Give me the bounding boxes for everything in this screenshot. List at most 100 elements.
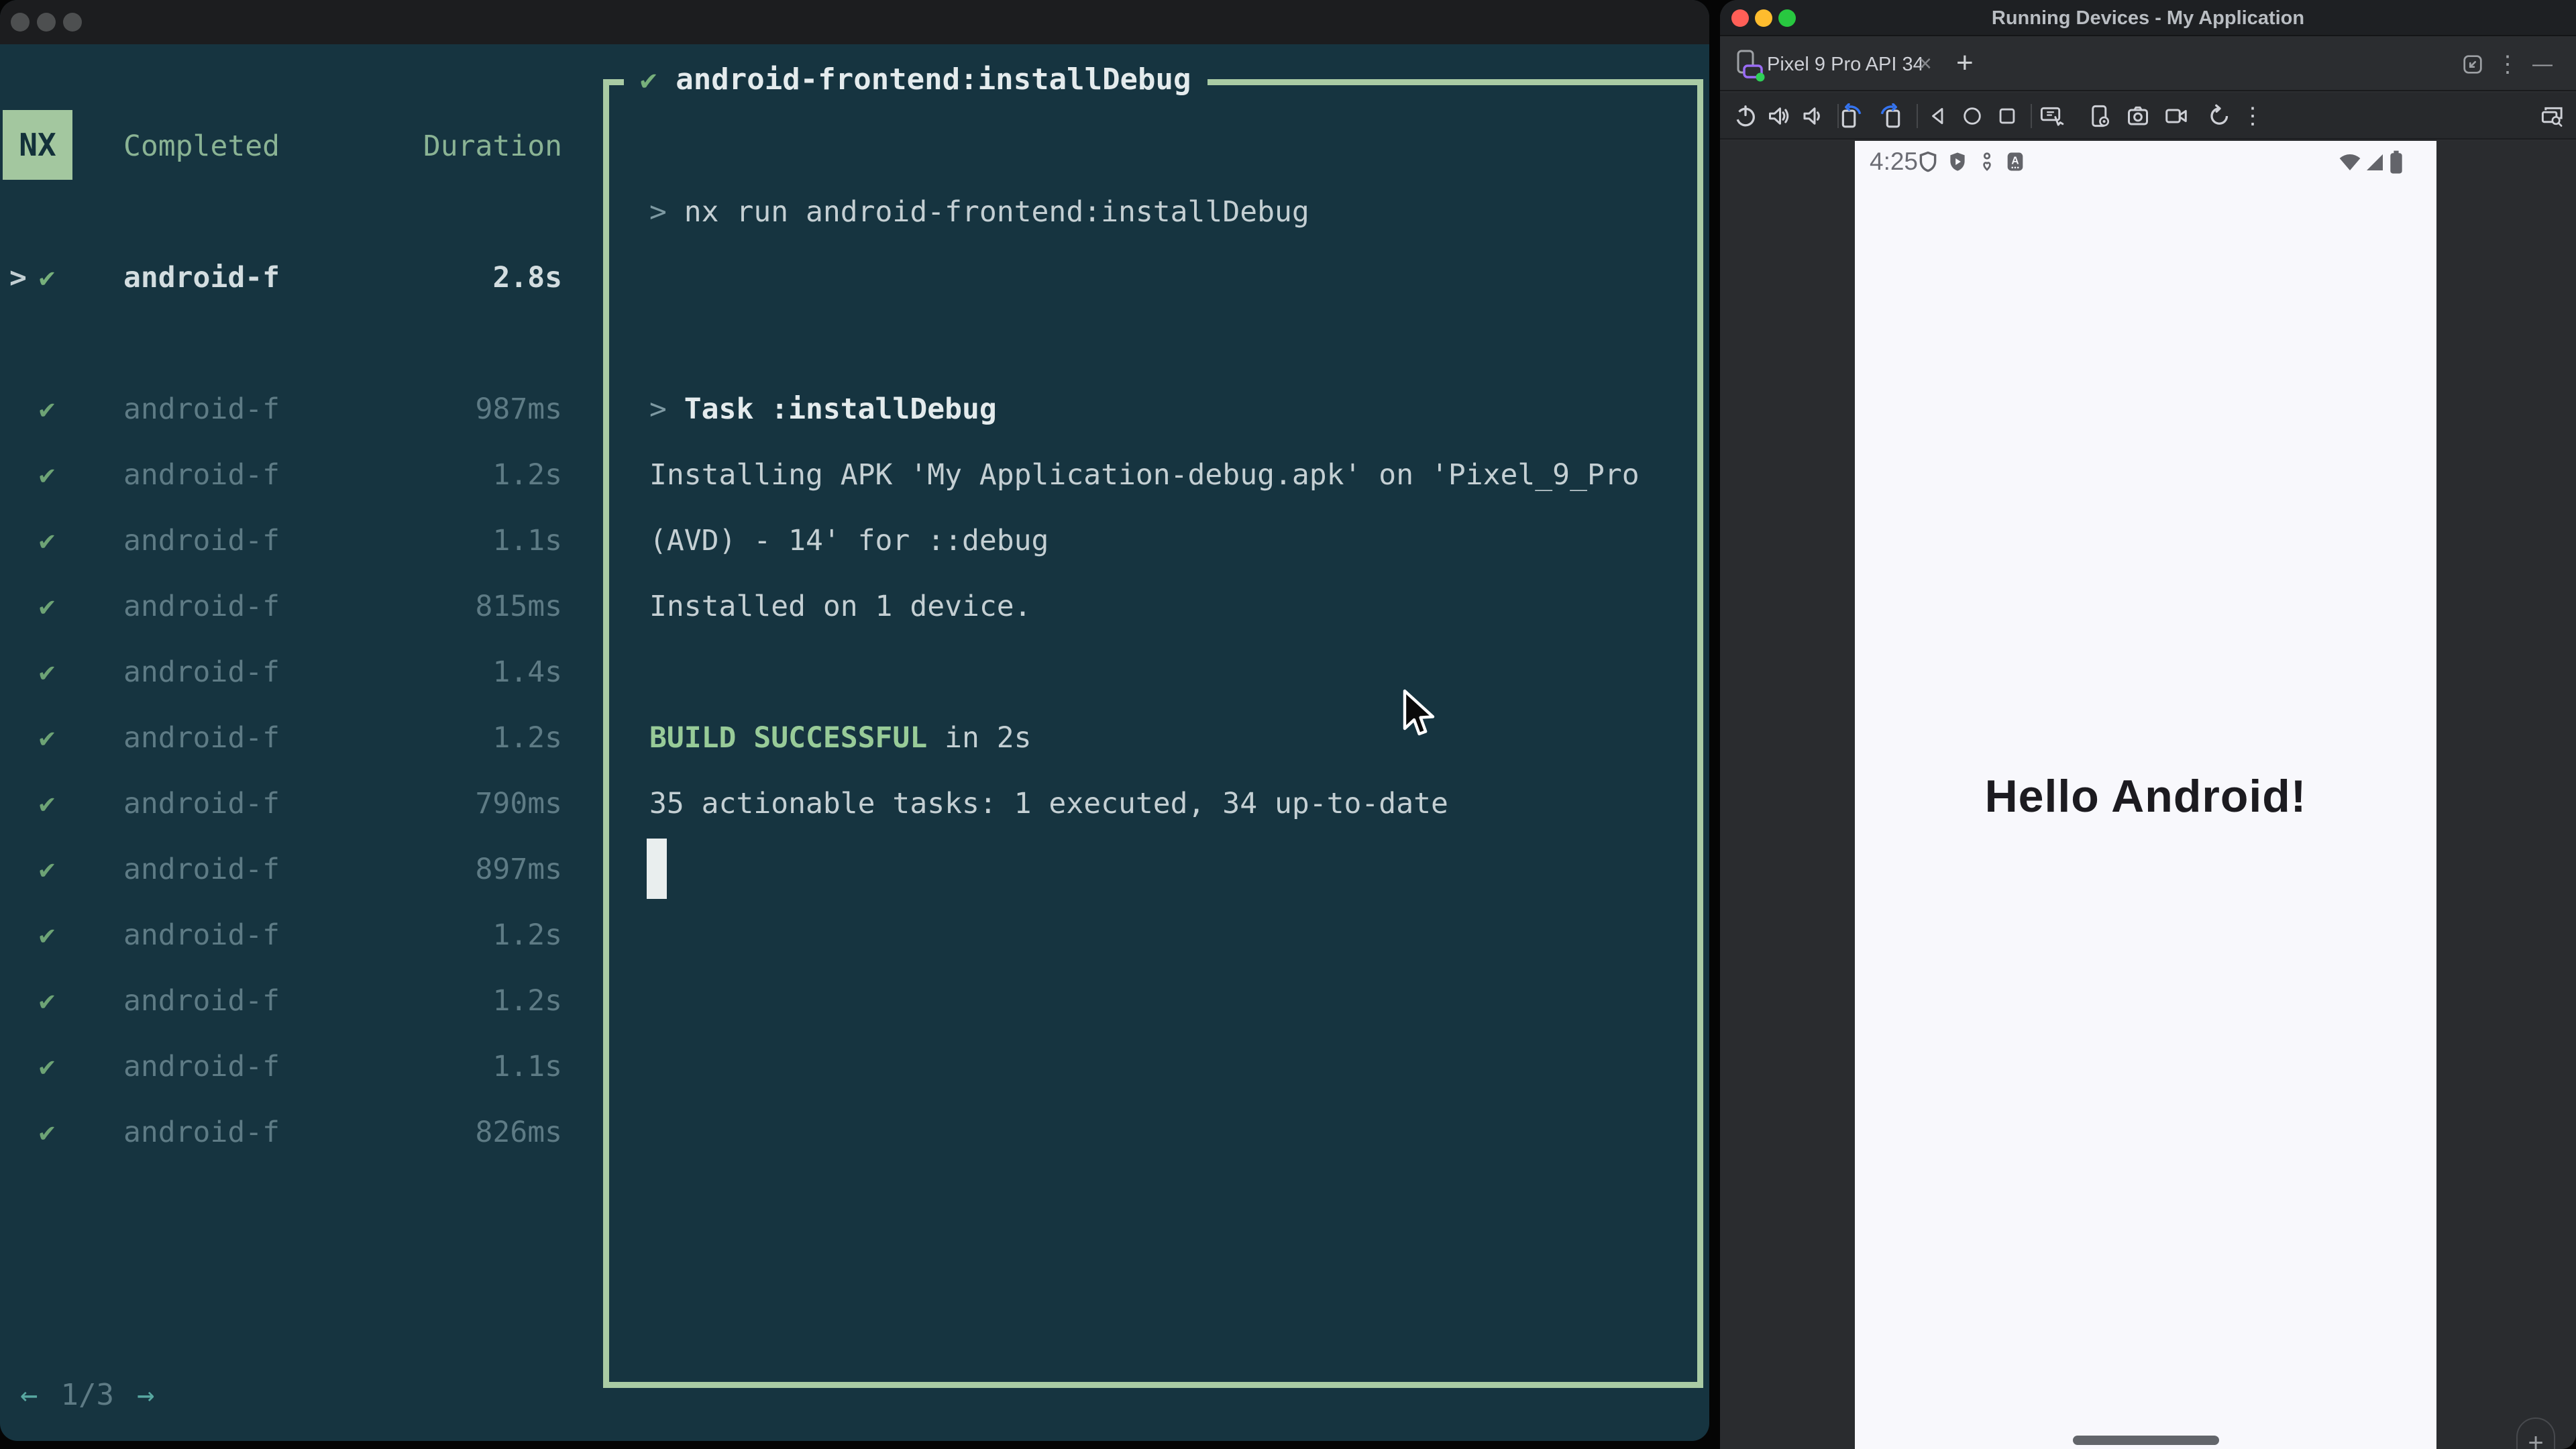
mirror-input-icon[interactable] (2035, 93, 2068, 140)
hide-panel-icon[interactable]: — (2528, 38, 2557, 91)
prompt-icon: > (649, 195, 667, 229)
check-icon: ✔ (39, 262, 56, 293)
toolbar-separator (1917, 104, 1918, 128)
task-duration: 2.8s (492, 261, 562, 294)
more-toolbar-icon[interactable]: ⋮ (2237, 93, 2269, 140)
task-name: android-f (123, 984, 280, 1018)
rotate-left-icon[interactable] (1835, 93, 1868, 140)
task-row[interactable]: ✔ android-f 1.4s (0, 639, 577, 705)
task-duration: 815ms (475, 590, 562, 623)
dock-window-icon[interactable] (2458, 38, 2487, 91)
zoom-in-button[interactable]: + (2528, 1430, 2543, 1449)
task-row[interactable]: ✔ android-f 1.1s (0, 1034, 577, 1099)
check-icon: ✔ (39, 920, 56, 951)
terminal-titlebar[interactable] (0, 0, 1709, 44)
device-settings-icon[interactable] (2084, 93, 2116, 140)
terminal-cursor (647, 839, 667, 899)
restart-icon[interactable] (2204, 93, 2236, 140)
task-name: android-f (123, 655, 280, 689)
cellular-signal-icon (2363, 152, 2386, 173)
task-row[interactable]: ✔ android-f 987ms (0, 376, 577, 442)
gesture-navigation-bar[interactable] (2073, 1436, 2219, 1445)
screen-record-icon[interactable] (2160, 93, 2192, 140)
close-tab-icon[interactable]: × (1919, 38, 1932, 91)
back-icon[interactable] (1923, 93, 1955, 140)
task-duration: 1.2s (492, 721, 562, 755)
new-tab-icon[interactable]: + (1956, 38, 1974, 91)
wifi-icon (2337, 152, 2363, 173)
task-name: android-f (123, 918, 280, 952)
minimize-window-icon[interactable] (37, 13, 56, 32)
maximize-window-icon[interactable] (63, 13, 82, 32)
build-successful-text: BUILD SUCCESSFUL (649, 721, 928, 755)
rotate-right-icon[interactable] (1874, 93, 1907, 140)
terminal-window: NX Completed Duration > ✔ android-f 2.8s… (0, 0, 1709, 1441)
page-indicator: 1/3 (60, 1377, 114, 1412)
task-row[interactable]: ✔ android-f 815ms (0, 574, 577, 639)
shield-icon (1917, 150, 1939, 173)
task-output-title: ✔ android-frontend:installDebug (624, 58, 1208, 100)
command-text: nx run android-frontend:installDebug (666, 195, 1309, 229)
running-devices-titlebar[interactable]: Running Devices - My Application (1720, 0, 2576, 36)
column-header-completed: Completed (123, 129, 280, 163)
task-row[interactable]: ✔ android-f 897ms (0, 837, 577, 902)
play-protect-shield-icon (1946, 150, 1969, 173)
power-icon[interactable] (1729, 93, 1762, 140)
task-line-text: Task :installDebug (666, 392, 997, 426)
close-window-icon[interactable] (11, 13, 30, 32)
task-row[interactable]: ✔ android-f 1.1s (0, 508, 577, 574)
device-display-area: 4:25 A Hello Android! + (1720, 141, 2576, 1449)
task-name: android-f (123, 1050, 280, 1083)
more-options-icon[interactable]: ⋮ (2493, 38, 2522, 91)
task-duration: 897ms (475, 853, 562, 886)
task-row[interactable]: ✔ android-f 1.2s (0, 705, 577, 771)
task-duration: 826ms (475, 1116, 562, 1149)
check-icon: ✔ (39, 525, 56, 556)
task-duration: 1.2s (492, 984, 562, 1018)
task-output-title-text: android-frontend:installDebug (676, 62, 1191, 97)
terminal-line-tasks-summary: 35 actionable tasks: 1 executed, 34 up-t… (649, 787, 1448, 820)
task-duration: 1.2s (492, 458, 562, 492)
task-row[interactable]: ✔ android-f 826ms (0, 1099, 577, 1165)
task-name: android-f (123, 524, 280, 557)
check-icon: ✔ (39, 788, 56, 819)
task-duration: 1.4s (492, 655, 562, 689)
next-page-arrow-icon[interactable]: → (137, 1378, 155, 1412)
device-toolbar: ⋮ (1720, 93, 2576, 140)
check-icon: ✔ (39, 722, 56, 753)
task-duration: 790ms (475, 787, 562, 820)
terminal-line-installed: Installed on 1 device. (649, 590, 1032, 623)
check-icon: ✔ (39, 657, 56, 688)
window-title: Running Devices - My Application (1991, 7, 2305, 29)
task-row[interactable]: ✔ android-f 1.2s (0, 968, 577, 1034)
task-name: android-f (123, 458, 280, 492)
terminal-line-installing-2: (AVD) - 14' for ::debug (649, 524, 1049, 557)
prev-page-arrow-icon[interactable]: ← (20, 1378, 38, 1412)
prompt-icon: > (649, 392, 667, 426)
emulator-screen[interactable]: 4:25 A Hello Android! (1855, 141, 2436, 1449)
device-tab-icon (1733, 48, 1766, 82)
task-name: android-f (123, 590, 280, 623)
task-duration: 987ms (475, 392, 562, 426)
tab-pixel-9-pro[interactable]: Pixel 9 Pro API 34 (1767, 38, 1924, 91)
check-icon: ✔ (640, 62, 657, 96)
build-time-text: in 2s (927, 721, 1032, 755)
app-notification-icon: A (2004, 150, 2027, 173)
hello-android-text: Hello Android! (1984, 771, 2307, 822)
toolbar-separator (2031, 104, 2032, 128)
terminal-line-build-status: BUILD SUCCESSFUL in 2s (649, 705, 1032, 771)
home-icon[interactable] (1956, 93, 1988, 140)
screenshot-icon[interactable] (2122, 93, 2154, 140)
mouse-cursor-icon (1401, 688, 1436, 739)
task-row[interactable]: ✔ android-f 790ms (0, 771, 577, 837)
overview-icon[interactable] (1991, 93, 2023, 140)
task-row[interactable]: ✔ android-f 1.2s (0, 902, 577, 968)
wellbeing-icon (1976, 150, 1998, 173)
display-settings-icon[interactable] (2536, 93, 2569, 140)
volume-up-icon[interactable] (1763, 93, 1795, 140)
task-row[interactable]: ✔ android-f 1.2s (0, 442, 577, 508)
running-devices-window: Running Devices - My Application Pixel 9… (1720, 0, 2576, 1449)
task-row-selected[interactable]: > ✔ android-f 2.8s (0, 245, 577, 311)
volume-down-icon[interactable] (1796, 93, 1829, 140)
check-icon: ✔ (39, 1051, 56, 1082)
